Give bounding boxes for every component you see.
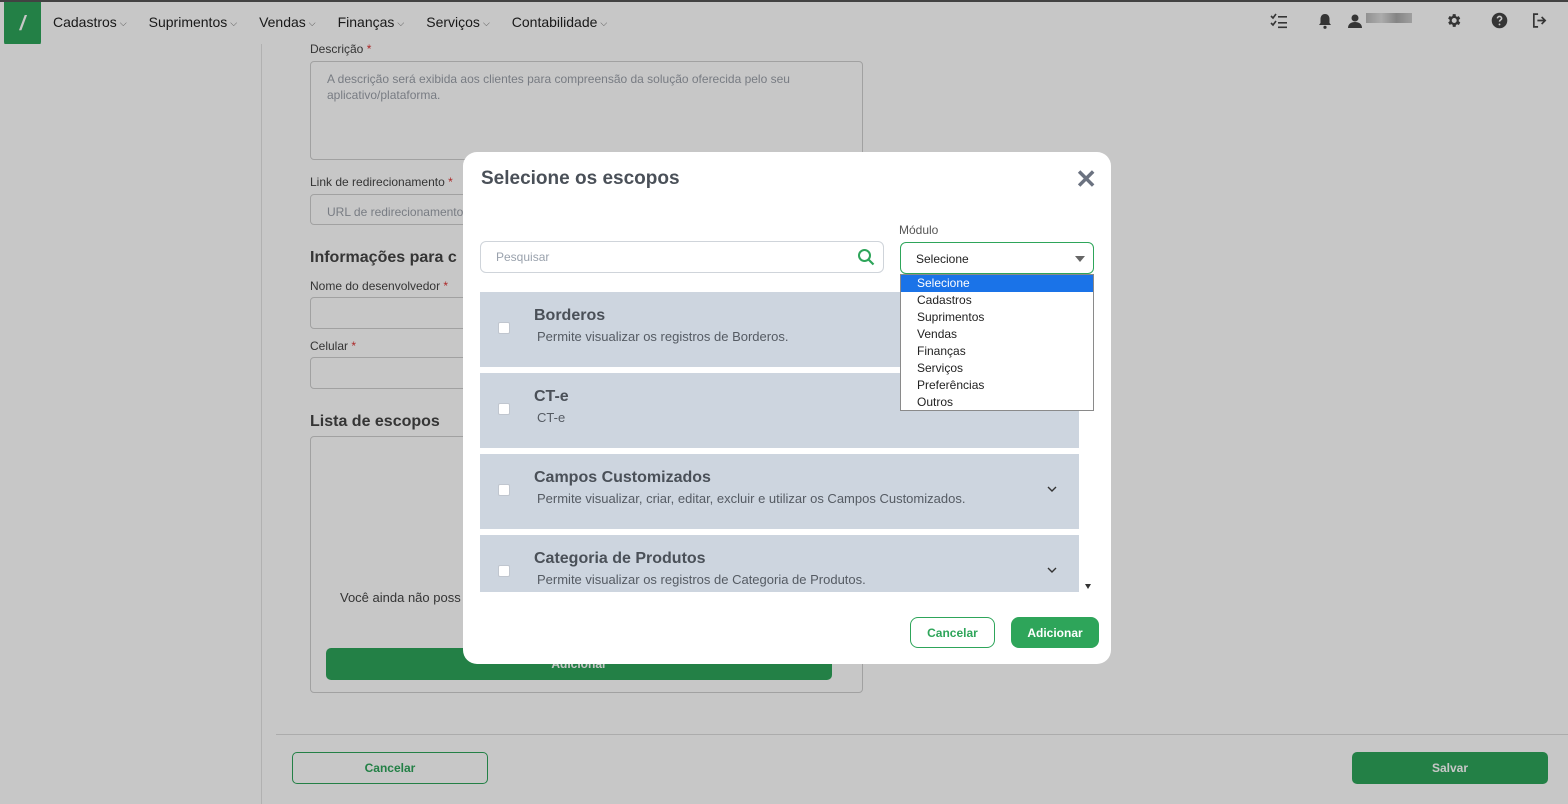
modulo-select[interactable]: Selecione xyxy=(900,242,1094,274)
modulo-label: Módulo xyxy=(899,223,939,237)
modulo-selected-value: Selecione xyxy=(916,252,969,266)
dropdown-option[interactable]: Suprimentos xyxy=(901,309,1093,326)
modulo-dropdown-list: Selecione Cadastros Suprimentos Vendas F… xyxy=(900,274,1094,411)
modal-cancel-button[interactable]: Cancelar xyxy=(910,617,995,648)
search-icon[interactable] xyxy=(857,248,875,266)
dropdown-option[interactable]: Finanças xyxy=(901,343,1093,360)
scope-checkbox[interactable] xyxy=(498,322,510,334)
modal-add-button[interactable]: Adicionar xyxy=(1011,617,1099,648)
scope-row[interactable]: Campos Customizados Permite visualizar, … xyxy=(480,454,1079,529)
scope-row[interactable]: Categoria de Produtos Permite visualizar… xyxy=(480,535,1079,592)
scope-search-input[interactable]: Pesquisar xyxy=(480,241,884,273)
scope-checkbox[interactable] xyxy=(498,403,510,415)
dropdown-option[interactable]: Cadastros xyxy=(901,292,1093,309)
scope-title: CT-e xyxy=(534,388,569,405)
dropdown-option[interactable]: Serviços xyxy=(901,360,1093,377)
close-icon[interactable]: ✕ xyxy=(1075,164,1097,195)
scope-title: Categoria de Produtos xyxy=(534,550,706,567)
dropdown-option[interactable]: Vendas xyxy=(901,326,1093,343)
scope-title: Borderos xyxy=(534,307,606,324)
scope-description: Permite visualizar os registros de Borde… xyxy=(537,329,789,344)
dropdown-option[interactable]: Outros xyxy=(901,394,1093,411)
scope-description: CT-e xyxy=(537,410,566,425)
scope-description: Permite visualizar, criar, editar, exclu… xyxy=(537,491,966,506)
scope-title: Campos Customizados xyxy=(534,469,711,486)
scope-description: Permite visualizar os registros de Categ… xyxy=(537,572,866,587)
scope-checkbox[interactable] xyxy=(498,484,510,496)
scroll-down-arrow-icon[interactable] xyxy=(1085,584,1091,589)
search-placeholder: Pesquisar xyxy=(496,250,550,264)
caret-down-icon xyxy=(1075,256,1085,262)
chevron-down-icon[interactable] xyxy=(1047,565,1057,575)
chevron-down-icon[interactable] xyxy=(1047,484,1057,494)
modal-title: Selecione os escopos xyxy=(481,168,680,189)
dropdown-option[interactable]: Preferências xyxy=(901,377,1093,394)
scope-checkbox[interactable] xyxy=(498,565,510,577)
dropdown-option[interactable]: Selecione xyxy=(901,275,1093,292)
